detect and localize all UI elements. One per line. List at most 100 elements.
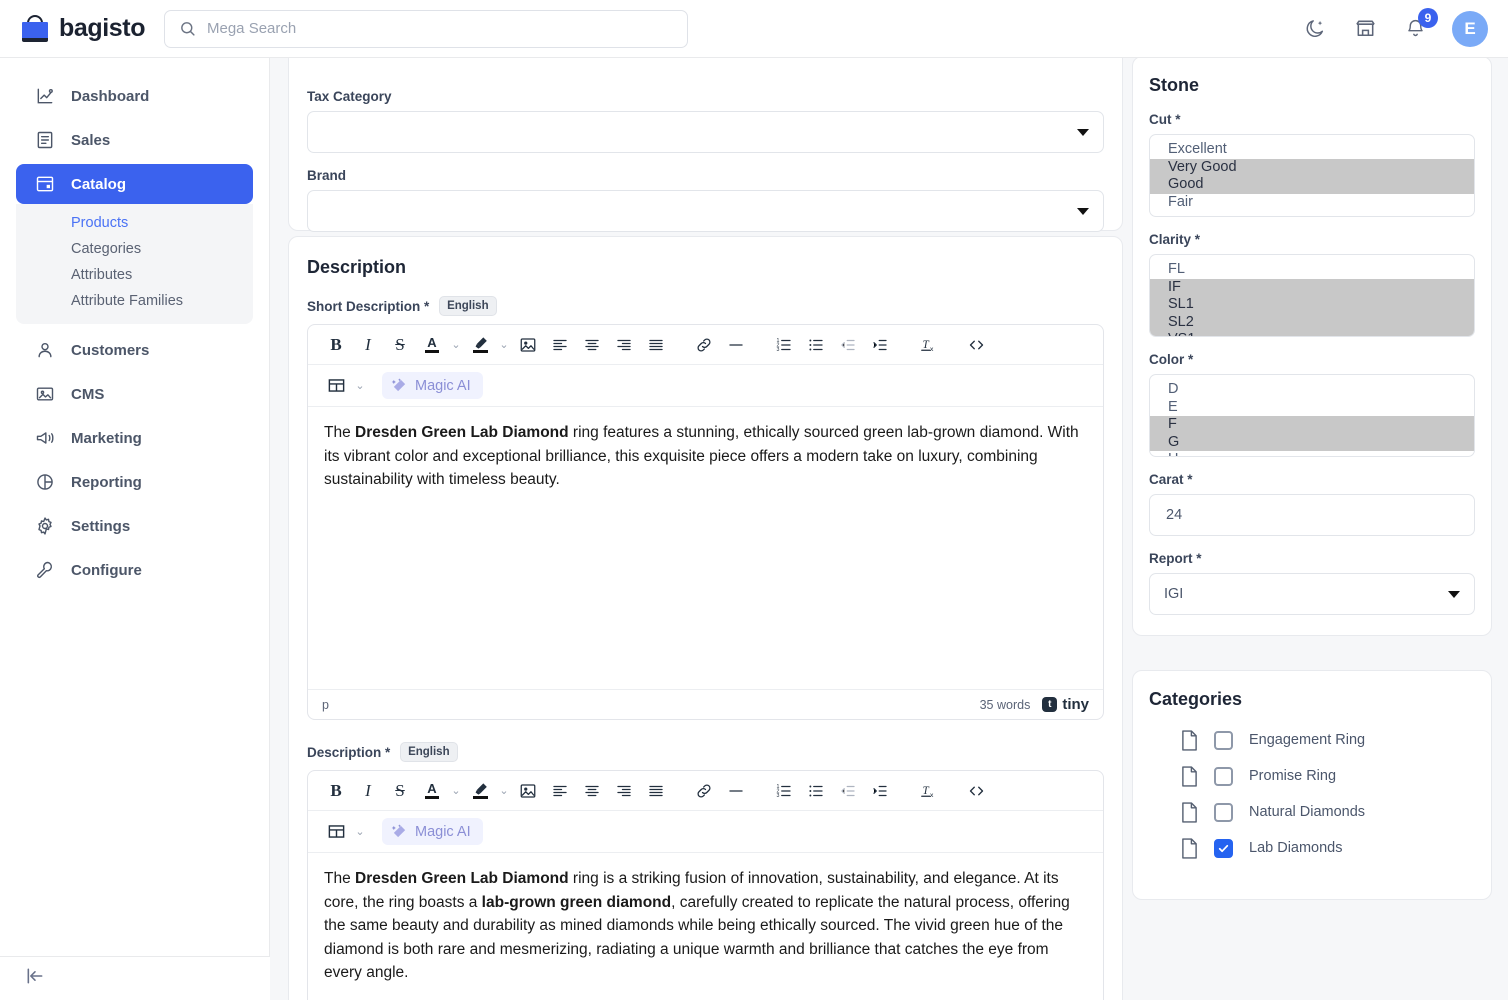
align-justify-button[interactable]	[640, 330, 672, 360]
color-option[interactable]: G	[1150, 433, 1474, 451]
sidebar-item-configure[interactable]: Configure	[16, 550, 253, 590]
insert-link-button[interactable]	[688, 776, 720, 806]
sidebar-item-cms[interactable]: CMS	[16, 374, 253, 414]
italic-button[interactable]: I	[352, 330, 384, 360]
collapse-sidebar-icon[interactable]	[24, 966, 46, 991]
sidebar-item-settings[interactable]: Settings	[16, 506, 253, 546]
table-chevron-down-icon[interactable]: ⌄	[352, 371, 368, 401]
category-checkbox[interactable]	[1214, 730, 1233, 750]
text-color-chevron-down-icon[interactable]: ⌄	[448, 776, 464, 806]
sidebar-item-marketing[interactable]: Marketing	[16, 418, 253, 458]
sidebar-item-reporting[interactable]: Reporting	[16, 462, 253, 502]
align-center-button[interactable]	[576, 330, 608, 360]
clarity-option[interactable]: VS1	[1150, 331, 1474, 336]
sidebar-subitem-attributes[interactable]: Attributes	[16, 262, 253, 288]
sidebar-item-catalog[interactable]: Catalog	[16, 164, 253, 204]
numbered-list-button[interactable]: 123	[768, 330, 800, 360]
tax-category-select[interactable]	[307, 111, 1104, 153]
brand-select[interactable]	[307, 190, 1104, 232]
text-color-button[interactable]: A	[416, 330, 448, 360]
dark-mode-toggle[interactable]	[1302, 16, 1328, 42]
highlight-color-chevron-down-icon[interactable]: ⌄	[496, 776, 512, 806]
color-option[interactable]: D	[1150, 381, 1474, 399]
clarity-listbox[interactable]: FL IF SL1 SL2 VS1	[1149, 254, 1475, 337]
sidebar-subitem-products[interactable]: Products	[16, 210, 253, 236]
category-row[interactable]: Engagement Ring	[1149, 722, 1475, 758]
cut-option[interactable]: Excellent	[1150, 141, 1474, 159]
description-editor[interactable]: B I S A ⌄ ⌄ 1 2 3 T x ⌄ Magic AI The Dre…	[307, 770, 1104, 1000]
brand-logo[interactable]: bagisto	[0, 13, 148, 45]
color-option[interactable]: E	[1150, 399, 1474, 417]
cut-option[interactable]: Good	[1150, 176, 1474, 194]
color-option[interactable]: H	[1150, 451, 1474, 456]
source-code-button[interactable]	[960, 330, 992, 360]
horizontal-rule-button[interactable]	[720, 776, 752, 806]
sidebar-subitem-attribute-families[interactable]: Attribute Families	[16, 288, 253, 314]
align-left-button[interactable]	[544, 776, 576, 806]
color-option[interactable]: F	[1150, 416, 1474, 434]
strikethrough-button[interactable]: S	[384, 330, 416, 360]
strikethrough-button[interactable]: S	[384, 776, 416, 806]
insert-table-button[interactable]	[320, 371, 352, 401]
category-row[interactable]: Lab Diamonds	[1149, 830, 1475, 866]
sidebar-item-dashboard[interactable]: Dashboard	[16, 76, 253, 116]
storefront-link[interactable]	[1352, 16, 1378, 42]
numbered-list-button[interactable]: 123	[768, 776, 800, 806]
source-code-button[interactable]	[960, 776, 992, 806]
description-body[interactable]: The Dresden Green Lab Diamond ring is a …	[308, 853, 1103, 1000]
category-checkbox[interactable]	[1214, 838, 1233, 858]
category-row[interactable]: Promise Ring	[1149, 758, 1475, 794]
bullet-list-button[interactable]	[800, 330, 832, 360]
highlight-color-button[interactable]	[464, 776, 496, 806]
search-box[interactable]	[164, 9, 688, 48]
horizontal-rule-button[interactable]	[720, 330, 752, 360]
category-row[interactable]: Natural Diamonds	[1149, 794, 1475, 830]
notifications-button[interactable]: 9	[1402, 7, 1438, 42]
align-left-button[interactable]	[544, 330, 576, 360]
insert-link-button[interactable]	[688, 330, 720, 360]
align-center-button[interactable]	[576, 776, 608, 806]
italic-button[interactable]: I	[352, 776, 384, 806]
clarity-option[interactable]: FL	[1150, 261, 1474, 279]
tinymce-branding[interactable]: t tiny	[1042, 696, 1089, 713]
cut-option[interactable]: Fair	[1150, 194, 1474, 212]
indent-button[interactable]	[864, 330, 896, 360]
clarity-option[interactable]: SL1	[1150, 296, 1474, 314]
bold-button[interactable]: B	[320, 776, 352, 806]
insert-image-button[interactable]	[512, 776, 544, 806]
clear-formatting-button[interactable]: Tx	[912, 776, 944, 806]
cut-option[interactable]: Very Good	[1150, 158, 1474, 176]
insert-image-button[interactable]	[512, 330, 544, 360]
clear-formatting-button[interactable]: Tx	[912, 330, 944, 360]
user-avatar[interactable]: E	[1452, 10, 1488, 47]
carat-input[interactable]: 24	[1149, 494, 1475, 536]
clarity-option[interactable]: SL2	[1150, 313, 1474, 331]
short-description-body[interactable]: The Dresden Green Lab Diamond ring featu…	[308, 407, 1103, 689]
align-right-button[interactable]	[608, 330, 640, 360]
sidebar-item-sales[interactable]: Sales	[16, 120, 253, 160]
highlight-color-button[interactable]	[464, 330, 496, 360]
indent-button[interactable]	[864, 776, 896, 806]
outdent-button[interactable]	[832, 776, 864, 806]
color-listbox[interactable]: D E F G H	[1149, 374, 1475, 457]
align-justify-button[interactable]	[640, 776, 672, 806]
text-color-button[interactable]: A	[416, 776, 448, 806]
highlight-color-chevron-down-icon[interactable]: ⌄	[496, 330, 512, 360]
text-color-chevron-down-icon[interactable]: ⌄	[448, 330, 464, 360]
magic-ai-button[interactable]: Magic AI	[382, 818, 483, 845]
category-checkbox[interactable]	[1214, 802, 1233, 822]
bold-button[interactable]: B	[320, 330, 352, 360]
bullet-list-button[interactable]	[800, 776, 832, 806]
outdent-button[interactable]	[832, 330, 864, 360]
category-checkbox[interactable]	[1214, 766, 1233, 786]
align-right-button[interactable]	[608, 776, 640, 806]
cut-listbox[interactable]: Excellent Very Good Good Fair	[1149, 134, 1475, 217]
short-description-editor[interactable]: B I S A ⌄ ⌄ 1 2 3 T x ⌄ Magic AI The Dre…	[307, 324, 1104, 720]
clarity-option[interactable]: IF	[1150, 278, 1474, 296]
sidebar-subitem-categories[interactable]: Categories	[16, 236, 253, 262]
report-select[interactable]: IGI	[1149, 573, 1475, 615]
sidebar-item-customers[interactable]: Customers	[16, 330, 253, 370]
magic-ai-button[interactable]: Magic AI	[382, 372, 483, 399]
search-input[interactable]	[205, 19, 673, 38]
table-chevron-down-icon[interactable]: ⌄	[352, 817, 368, 847]
